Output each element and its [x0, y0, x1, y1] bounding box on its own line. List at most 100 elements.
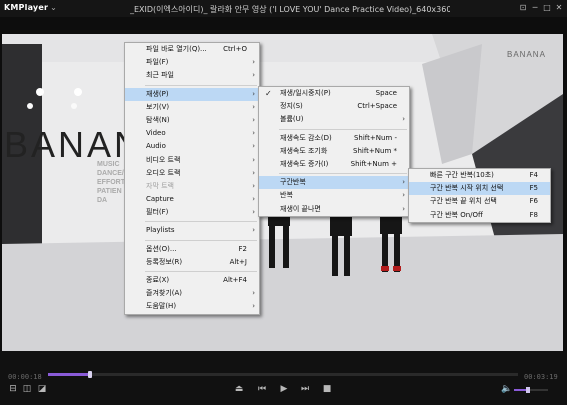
menu-item-menu_play-6[interactable]: 재생속도 증가(I) Shift+Num + — [259, 158, 409, 171]
next-button[interactable]: ⏭ — [298, 384, 312, 394]
menu-separator — [145, 271, 257, 272]
control-panel-icon[interactable]: ◪ — [35, 384, 49, 394]
menu-item-label: 구간 반복 On/Off — [430, 210, 483, 219]
video-watermark: BANANA — [507, 50, 546, 59]
submenu-arrow-icon: › — [252, 115, 255, 124]
menu-separator — [145, 239, 257, 241]
menu-item-label: 빠른 구간 반복(10초) — [430, 171, 494, 179]
volume-handle[interactable] — [526, 387, 530, 393]
eject-button[interactable]: ⏏ — [232, 384, 246, 394]
menu-item-label: 최근 파일 — [146, 71, 174, 80]
menu-item-menu_main-10[interactable]: 오디오 트랙 › — [125, 167, 259, 180]
submenu-arrow-icon: › — [252, 181, 255, 190]
menu-item-menu_main-12[interactable]: Capture › — [125, 193, 259, 206]
menu-item-menu_play-2[interactable]: 볼륨(U) › — [259, 113, 409, 126]
submenu-arrow-icon: › — [252, 208, 255, 217]
submenu-arrow-icon: › — [252, 102, 255, 111]
menu-item-menu_main-0[interactable]: 파일 바로 열기(Q)... Ctrl+O — [125, 43, 259, 56]
menu-item-label: 반복 — [280, 191, 293, 200]
menu-item-label: 탐색(N) — [146, 115, 170, 124]
menu-item-label: 볼륨(U) — [280, 115, 304, 124]
seek-progress — [48, 373, 90, 376]
menu-item-menu_main-11[interactable]: 자막 트랙 › — [125, 180, 259, 193]
submenu-arrow-icon: › — [252, 71, 255, 80]
menu-item-label: Capture — [146, 195, 174, 204]
menu-item-menu_play-4[interactable]: 재생속도 감소(D) Shift+Num - — [259, 132, 409, 145]
menu-item-menu_abrepeat-0[interactable]: 빠른 구간 반복(10초) F4 — [409, 169, 550, 182]
window-title: _EXID(이엑스아이디)_ 랄라화 안무 영상 ('I LOVE YOU' D… — [130, 5, 450, 14]
menu-item-label: 자막 트랙 — [146, 181, 174, 190]
menu-item-label: 재생이 끝나면 — [280, 204, 321, 213]
window-controls: ⊡ ─ □ ✕ — [517, 1, 565, 15]
menu-item-label: 재생속도 조기화 — [280, 146, 328, 155]
menu-item-label: 재생(P) — [146, 89, 169, 98]
menu-item-label: 재생속도 증가(I) — [280, 159, 329, 168]
menu-item-menu_play-9[interactable]: 반복 › — [259, 189, 409, 202]
menu-item-menu_play-5[interactable]: 재생속도 조기화 Shift+Num * — [259, 145, 409, 158]
play-button[interactable]: ▶ — [277, 384, 291, 394]
submenu-arrow-icon: › — [402, 115, 405, 124]
submenu-arrow-icon: › — [402, 178, 405, 187]
menu-item-menu_abrepeat-1[interactable]: 구간 반복 시작 위치 선택 F5 — [409, 182, 550, 196]
menu-item-shortcut: Ctrl+O — [223, 45, 247, 53]
stop-button[interactable]: ■ — [320, 384, 334, 394]
seek-bar[interactable] — [0, 371, 567, 378]
menu-item-menu_play-1[interactable]: 정지(S) Ctrl+Space — [259, 100, 409, 113]
seek-handle[interactable] — [88, 371, 92, 378]
menu-item-menu_play-0[interactable]: ✓ 재생/일시중지(P) Space — [259, 87, 409, 100]
menu-item-menu_abrepeat-3[interactable]: 구간 반복 On/Off F8 — [409, 209, 550, 222]
previous-button[interactable]: ⏮ — [255, 384, 269, 394]
pin-icon[interactable]: ⊡ — [517, 1, 529, 15]
menu-item-menu_main-22[interactable]: 도움말(H) › — [125, 300, 259, 313]
menu-item-label: 정지(S) — [280, 102, 303, 111]
menu-item-shortcut: Alt+J — [229, 257, 247, 266]
menu-item-label: Audio — [146, 142, 166, 151]
menu-item-label: 구간 반복 시작 위치 선택 — [430, 184, 504, 193]
submenu-arrow-icon: › — [252, 168, 255, 177]
close-button[interactable]: ✕ — [553, 1, 565, 15]
maximize-button[interactable]: □ — [541, 1, 553, 15]
seek-track[interactable] — [48, 373, 518, 376]
context-menu-main: 파일 바로 열기(Q)... Ctrl+O 파일(F) › 최근 파일 › 재생(P) › 보기… — [124, 42, 260, 315]
menu-item-menu_main-4[interactable]: 재생(P) › — [125, 87, 259, 101]
menu-item-label: 필터(F) — [146, 208, 169, 217]
menu-item-menu_main-9[interactable]: 비디오 트랙 › — [125, 154, 259, 167]
menu-item-menu_main-20[interactable]: 종료(X) Alt+F4 — [125, 274, 259, 287]
menu-item-menu_main-7[interactable]: Video › — [125, 127, 259, 140]
menu-item-menu_main-5[interactable]: 보기(V) › — [125, 101, 259, 114]
current-time: 00:00:18 — [8, 373, 42, 381]
menu-item-menu_main-13[interactable]: 필터(F) › — [125, 206, 259, 219]
subtitle-toggle-icon[interactable]: ⊟ — [6, 384, 20, 394]
menu-separator — [279, 128, 407, 130]
menu-item-label: 도움말(H) — [146, 302, 177, 311]
submenu-arrow-icon: › — [252, 195, 255, 204]
player-controls: 00:00:18 00:03:19 ⊟ ◫ ◪ ⏏ ⏮ ▶ ⏭ ■ 🔈 — [0, 351, 567, 405]
menu-item-label: 재생/일시중지(P) — [280, 89, 331, 97]
menu-item-menu_main-8[interactable]: Audio › — [125, 140, 259, 153]
menu-item-menu_main-1[interactable]: 파일(F) › — [125, 56, 259, 69]
submenu-arrow-icon: › — [252, 142, 255, 151]
menu-item-menu_main-21[interactable]: 즐겨찾기(A) › — [125, 287, 259, 300]
logo-text: KMPlayer — [4, 3, 49, 12]
menu-item-menu_main-6[interactable]: 탐색(N) › — [125, 114, 259, 127]
menu-item-shortcut: F8 — [529, 210, 538, 219]
logo-menu-caret-icon[interactable]: ⌄ — [50, 3, 57, 12]
menu-item-label: 등록정보(R) — [146, 257, 183, 266]
menu-item-label: 비디오 트랙 — [146, 155, 181, 164]
menu-item-menu_play-8[interactable]: 구간반복 › — [259, 176, 409, 190]
title-bar: KMPlayer ⌄ _EXID(이엑스아이디)_ 랄라화 안무 영상 ('I L… — [0, 0, 567, 17]
kmplayer-logo[interactable]: KMPlayer ⌄ — [4, 3, 57, 12]
menu-item-menu_abrepeat-2[interactable]: 구간 반복 끝 위치 선택 F6 — [409, 195, 550, 208]
menu-item-menu_main-2[interactable]: 최근 파일 › — [125, 69, 259, 82]
menu-item-menu_main-15[interactable]: Playlists › — [125, 224, 259, 237]
menu-item-shortcut: F6 — [529, 197, 538, 206]
volume-icon[interactable]: 🔈 — [500, 384, 514, 394]
minimize-button[interactable]: ─ — [529, 1, 541, 15]
menu-item-menu_main-17[interactable]: 옵션(O)... F2 — [125, 243, 259, 256]
menu-item-label: 파일(F) — [146, 58, 169, 67]
menu-item-menu_play-10[interactable]: 재생이 끝나면 › — [259, 203, 409, 216]
menu-item-shortcut: Ctrl+Space — [357, 102, 397, 111]
vr-mode-icon[interactable]: ◫ — [20, 384, 34, 394]
submenu-arrow-icon: › — [402, 191, 405, 200]
menu-item-menu_main-18[interactable]: 등록정보(R) Alt+J — [125, 256, 259, 269]
